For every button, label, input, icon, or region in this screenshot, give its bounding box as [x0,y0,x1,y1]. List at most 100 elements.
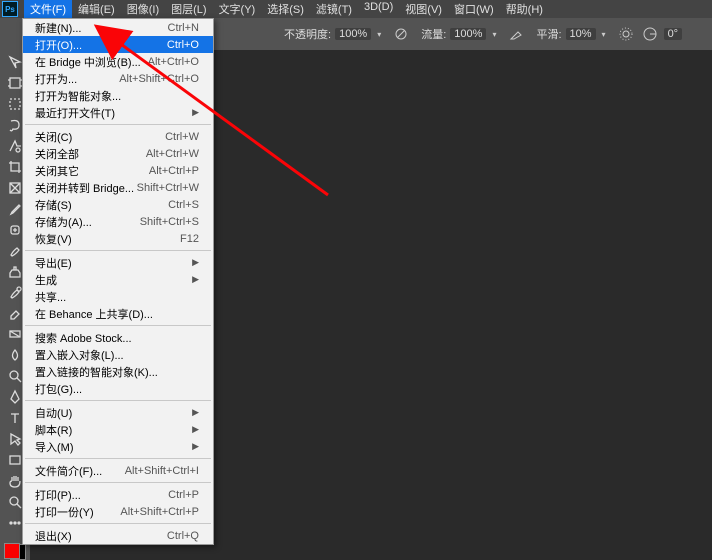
menubar: Ps 文件(F)编辑(E)图像(I)图层(L)文字(Y)选择(S)滤镜(T)3D… [0,0,712,18]
menu-item-shortcut: Alt+Shift+Ctrl+I [125,465,199,477]
menu-l[interactable]: 图层(L) [165,0,212,19]
submenu-arrow-icon: ▶ [192,441,199,452]
menu-item[interactable]: 打印(P)... Ctrl+P [23,486,213,503]
chevron-down-icon[interactable]: ▾ [602,30,606,39]
menu-item-shortcut: Alt+Ctrl+O [148,56,199,68]
menu-item-label: 在 Behance 上共享(D)... [35,306,153,322]
menu-item[interactable]: 新建(N)...Ctrl+N [23,19,213,36]
menu-item[interactable]: 置入嵌入对象(L)... [23,346,213,363]
menu-item[interactable]: 最近打开文件(T)▶ [23,104,213,121]
menu-item-label: 置入嵌入对象(L)... [35,347,124,363]
menu-item-shortcut: Alt+Shift+Ctrl+O [119,73,199,85]
menu-item-shortcut: Ctrl+S [168,199,199,211]
menu-item[interactable]: 在 Behance 上共享(D)... [23,305,213,322]
menu-item-label: 打开为... [35,71,77,87]
gear-icon[interactable] [616,24,636,44]
menu-item-label: 搜索 Adobe Stock... [35,330,132,346]
menu-item[interactable]: 退出(X)Ctrl+Q [23,527,213,544]
opacity-value[interactable]: 100% [335,28,371,40]
menu-v[interactable]: 视图(V) [399,0,448,19]
menu-t[interactable]: 滤镜(T) [310,0,358,19]
menu-item-label: 关闭并转到 Bridge... [35,180,134,196]
menu-i[interactable]: 图像(I) [121,0,165,19]
menu-item[interactable]: 搜索 Adobe Stock... [23,329,213,346]
menu-separator [25,250,211,251]
file-menu-dropdown: 新建(N)...Ctrl+N打开(O)... Ctrl+O 在 Bridge 中浏览… [22,18,214,545]
menu-item-shortcut: Alt+Ctrl+W [146,148,199,160]
menu-item-label: 打印(P)... [35,487,81,503]
menu-y[interactable]: 文字(Y) [213,0,262,19]
chevron-down-icon[interactable]: ▾ [492,30,496,39]
menu-f[interactable]: 文件(F) [24,0,72,19]
menu-item-label: 文件简介(F)... [35,463,102,479]
submenu-arrow-icon: ▶ [192,274,199,285]
menu-item-label: 恢复(V) [35,231,72,247]
menu-item-label: 存储(S) [35,197,72,213]
submenu-arrow-icon: ▶ [192,257,199,268]
menu-s[interactable]: 选择(S) [261,0,310,19]
menu-item-label: 打印一份(Y) [35,504,94,520]
menu-h[interactable]: 帮助(H) [500,0,549,19]
menu-item[interactable]: 打开为... Alt+Shift+Ctrl+O [23,70,213,87]
menu-item[interactable]: 打开为智能对象... [23,87,213,104]
color-swatches[interactable] [4,543,26,560]
menu-item[interactable]: 存储为(A)... Shift+Ctrl+S [23,213,213,230]
menu-separator [25,400,211,401]
menu-item-label: 关闭(C) [35,129,72,145]
angle-icon[interactable] [640,24,660,44]
pressure-opacity-icon[interactable] [391,24,411,44]
menu-item-shortcut: Ctrl+P [168,489,199,501]
menu-item-shortcut: Ctrl+Q [167,530,199,542]
menu-item-label: 脚本(R) [35,422,72,438]
menu-w[interactable]: 窗口(W) [448,0,500,19]
airbrush-icon[interactable] [506,24,526,44]
menu-item-label: 存储为(A)... [35,214,92,230]
menu-item[interactable]: 导出(E) ▶ [23,254,213,271]
submenu-arrow-icon: ▶ [192,407,199,418]
menu-item-label: 打包(G)... [35,381,82,397]
angle-value[interactable]: 0° [664,28,683,40]
menu-item-label: 自动(U) [35,405,72,421]
menu-item-label: 在 Bridge 中浏览(B)... [35,54,141,70]
chevron-down-icon[interactable]: ▾ [377,30,381,39]
menu-item-shortcut: Ctrl+W [165,131,199,143]
menu-item[interactable]: 关闭并转到 Bridge...Shift+Ctrl+W [23,179,213,196]
menu-item[interactable]: 脚本(R) ▶ [23,421,213,438]
menu-item-label: 生成 [35,272,57,288]
menu-e[interactable]: 编辑(E) [72,0,121,19]
menu-item-label: 最近打开文件(T) [35,105,115,121]
menu-item-label: 共享... [35,289,66,305]
flow-value[interactable]: 100% [450,28,486,40]
menu-item-label: 置入链接的智能对象(K)... [35,364,158,380]
smooth-value[interactable]: 10% [566,28,596,40]
menu-item[interactable]: 恢复(V)F12 [23,230,213,247]
menu-dd[interactable]: 3D(D) [358,0,399,19]
menu-item-label: 新建(N)... [35,20,81,36]
foreground-color-swatch[interactable] [4,543,20,559]
opacity-label: 不透明度: [284,26,331,42]
menu-item-label: 导入(M) [35,439,74,455]
menu-item[interactable]: 打包(G)... [23,380,213,397]
menu-item[interactable]: 文件简介(F)... Alt+Shift+Ctrl+I [23,462,213,479]
menu-item-shortcut: Ctrl+O [167,39,199,51]
menu-item[interactable]: 关闭其它Alt+Ctrl+P [23,162,213,179]
flow-label: 流量: [421,26,446,42]
menu-item[interactable]: 在 Bridge 中浏览(B)... Alt+Ctrl+O [23,53,213,70]
menu-item[interactable]: 自动(U) ▶ [23,404,213,421]
menu-item[interactable]: 生成 ▶ [23,271,213,288]
menu-item-label: 导出(E) [35,255,72,271]
menu-item-shortcut: Alt+Shift+Ctrl+P [120,506,199,518]
menu-item[interactable]: 存储(S) Ctrl+S [23,196,213,213]
menu-item-shortcut: Shift+Ctrl+S [140,216,199,228]
menu-item[interactable]: 打开(O)... Ctrl+O [23,36,213,53]
menu-item[interactable]: 打印一份(Y) Alt+Shift+Ctrl+P [23,503,213,520]
submenu-arrow-icon: ▶ [192,424,199,435]
menu-item[interactable]: 关闭全部Alt+Ctrl+W [23,145,213,162]
menu-separator [25,458,211,459]
menu-item[interactable]: 共享... [23,288,213,305]
menu-item[interactable]: 导入(M) ▶ [23,438,213,455]
menu-item[interactable]: 置入链接的智能对象(K)... [23,363,213,380]
menu-item-label: 打开(O)... [35,37,82,53]
menu-separator [25,325,211,326]
menu-item[interactable]: 关闭(C) Ctrl+W [23,128,213,145]
